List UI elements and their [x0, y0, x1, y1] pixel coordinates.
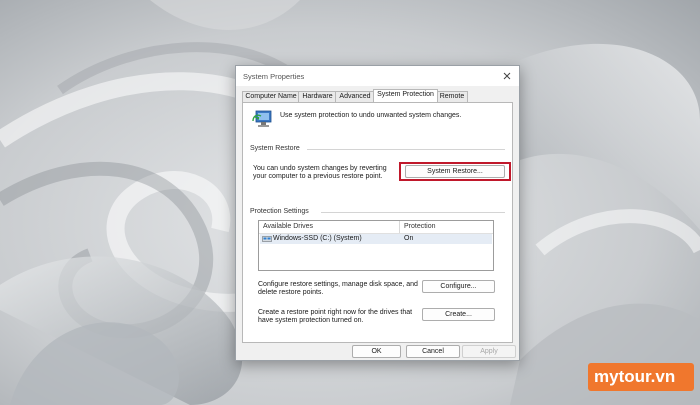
system-restore-description-line1: You can undo system changes by reverting	[253, 165, 387, 172]
intro-text: Use system protection to undo unwanted s…	[280, 112, 462, 119]
tab-advanced[interactable]: Advanced	[335, 91, 375, 102]
close-button[interactable]	[501, 70, 513, 82]
tab-hardware[interactable]: Hardware	[298, 91, 337, 102]
system-protection-panel: Use system protection to undo unwanted s…	[242, 102, 513, 343]
window-title: System Properties	[243, 72, 305, 81]
system-restore-button[interactable]: System Restore...	[405, 165, 505, 178]
configure-description-line2: delete restore points.	[258, 289, 324, 296]
tab-system-protection[interactable]: System Protection	[373, 89, 438, 102]
cancel-button[interactable]: Cancel	[406, 345, 460, 358]
drive-icon	[262, 236, 272, 242]
column-header-available-drives[interactable]: Available Drives	[263, 222, 313, 232]
apply-button[interactable]: Apply	[462, 345, 516, 358]
system-protection-icon	[252, 110, 272, 127]
system-properties-dialog: System Properties Computer Name Hardware…	[235, 65, 520, 361]
system-restore-description-line2: your computer to a previous restore poin…	[253, 173, 383, 180]
tab-computer-name[interactable]: Computer Name	[242, 91, 300, 102]
create-description-line1: Create a restore point right now for the…	[258, 309, 413, 316]
system-restore-separator	[307, 149, 505, 150]
watermark-text: mytour.vn	[594, 367, 676, 386]
protection-settings-separator	[321, 212, 505, 213]
configure-description-line1: Configure restore settings, manage disk …	[258, 281, 418, 288]
mytour-watermark: mytour.vn	[588, 363, 694, 391]
title-bar[interactable]: System Properties	[236, 66, 519, 86]
drive-protection-status: On	[404, 235, 414, 242]
create-button[interactable]: Create...	[422, 308, 495, 321]
system-restore-label: System Restore	[250, 145, 300, 152]
ok-button[interactable]: OK	[352, 345, 401, 358]
create-description-line2: have system protection turned on.	[258, 317, 364, 324]
close-icon	[503, 72, 511, 80]
table-row[interactable]: Windows-SSD (C:) (System) On	[260, 234, 492, 244]
column-separator	[399, 221, 400, 233]
protection-settings-label: Protection Settings	[250, 208, 309, 215]
tab-remote[interactable]: Remote	[436, 91, 468, 102]
configure-button[interactable]: Configure...	[422, 280, 495, 293]
drive-name: Windows-SSD (C:) (System)	[273, 235, 362, 242]
available-drives-list[interactable]: Available Drives Protection Windows-SSD …	[258, 220, 494, 271]
column-header-protection[interactable]: Protection	[404, 222, 436, 232]
